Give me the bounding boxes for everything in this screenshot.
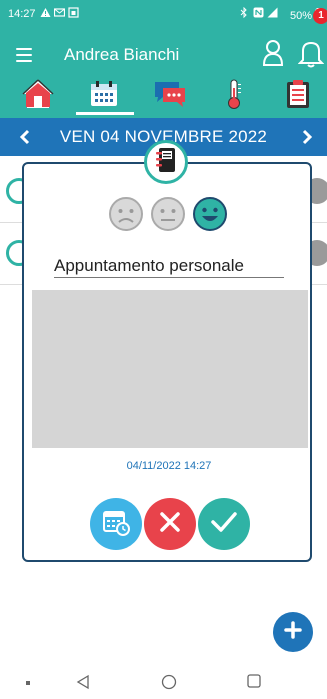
tab-calendar[interactable] — [84, 78, 124, 114]
cancel-button[interactable] — [144, 498, 196, 550]
main-tabs — [0, 78, 327, 116]
warning-icon — [40, 7, 51, 21]
system-nav-bar — [0, 668, 327, 699]
signal-icon — [267, 7, 278, 21]
clipboard-icon — [286, 79, 310, 114]
plus-icon — [283, 620, 303, 645]
neutral-face-icon[interactable] — [150, 196, 186, 232]
chat-icon — [153, 80, 187, 113]
status-time: 14:27 — [8, 8, 36, 20]
tab-home[interactable] — [18, 78, 58, 114]
app-header: Andrea Bianchi — [0, 28, 327, 118]
mood-selector — [108, 196, 228, 232]
notification-bell-icon[interactable] — [297, 38, 325, 68]
calendar-icon — [90, 80, 118, 112]
diary-badge — [144, 140, 188, 184]
lock-icon — [68, 7, 79, 21]
nfc-icon — [253, 7, 264, 21]
thermometer-icon — [225, 78, 243, 115]
home-circle-icon[interactable] — [161, 674, 177, 690]
tab-temperature[interactable] — [214, 78, 254, 114]
recents-icon[interactable] — [247, 674, 261, 688]
diary-entry-dialog: Appuntamento personale 04/11/2022 14:27 — [22, 162, 312, 562]
active-tab-indicator — [76, 112, 134, 115]
tab-clipboard[interactable] — [278, 78, 318, 114]
tab-messages[interactable] — [150, 78, 190, 114]
close-icon — [158, 510, 182, 539]
mail-icon — [53, 7, 66, 21]
confirm-button[interactable] — [198, 498, 250, 550]
diary-icon — [154, 147, 178, 178]
entry-title-field[interactable]: Appuntamento personale — [54, 252, 284, 278]
happy-face-icon[interactable] — [192, 196, 228, 232]
calendar-clock-icon — [101, 507, 131, 542]
chevron-right-icon[interactable] — [298, 126, 318, 148]
notification-count-badge: 1 — [313, 8, 327, 24]
check-icon — [210, 510, 238, 539]
add-entry-button[interactable] — [273, 612, 313, 652]
home-icon — [22, 78, 54, 114]
user-name: Andrea Bianchi — [64, 45, 180, 64]
hamburger-menu-icon[interactable] — [16, 48, 32, 62]
back-icon[interactable] — [76, 674, 90, 690]
schedule-button[interactable] — [90, 498, 142, 550]
entry-timestamp: 04/11/2022 14:27 — [126, 460, 212, 472]
bluetooth-icon — [240, 6, 248, 21]
menu-dot-icon — [26, 681, 30, 685]
sad-face-icon[interactable] — [108, 196, 144, 232]
user-profile-icon[interactable] — [262, 40, 284, 66]
status-bar: 14:27 50% — [0, 0, 327, 28]
image-placeholder[interactable] — [32, 290, 308, 448]
